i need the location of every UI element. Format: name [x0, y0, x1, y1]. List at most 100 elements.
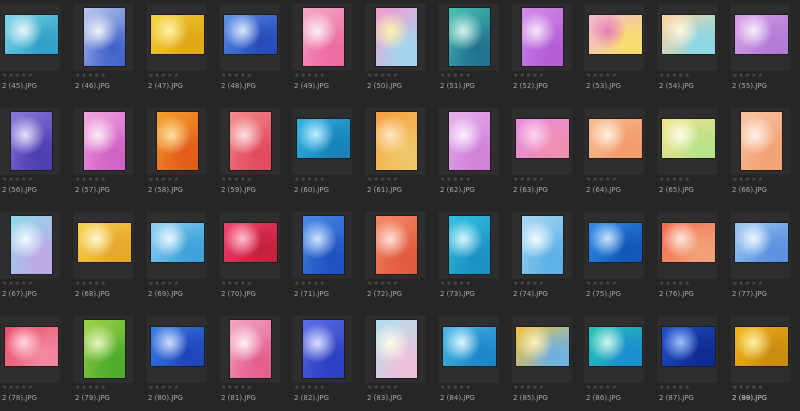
star-icon[interactable]: ★ [539, 72, 545, 79]
thumbnail-image[interactable] [5, 327, 58, 366]
star-rating[interactable]: ★★★★★ [659, 385, 691, 391]
star-rating[interactable]: ★★★★★ [586, 73, 618, 79]
star-icon[interactable]: ★ [28, 72, 34, 79]
thumbnail-image[interactable] [151, 223, 204, 262]
thumbnail-image[interactable] [735, 327, 788, 366]
thumbnail-image[interactable] [522, 8, 563, 66]
thumbnail-cell[interactable]: ★★★★★ 2 (90).JPG [730, 315, 791, 411]
star-rating[interactable]: ★★★★★ [732, 73, 764, 79]
star-icon[interactable]: ★ [247, 176, 253, 183]
thumbnail-cell[interactable]: ★★★★★ 2 (52).JPG [511, 3, 572, 99]
thumbnail-cell[interactable]: ★★★★★ 2 (81).JPG [219, 315, 280, 411]
thumbnail-image[interactable] [662, 327, 715, 366]
star-icon[interactable]: ★ [466, 384, 472, 391]
thumbnail-image[interactable] [735, 15, 788, 54]
thumbnail-image[interactable] [443, 327, 496, 366]
thumbnail-image[interactable] [224, 223, 277, 262]
thumbnail-cell[interactable]: ★★★★★ 2 (70).JPG [219, 211, 280, 307]
star-icon[interactable]: ★ [685, 72, 691, 79]
star-rating[interactable]: ★★★★★ [659, 73, 691, 79]
star-icon[interactable]: ★ [466, 176, 472, 183]
thumbnail-cell[interactable]: ★★★★★ 2 (75).JPG [584, 211, 645, 307]
thumbnail-image[interactable] [735, 223, 788, 262]
star-rating[interactable]: ★★★★★ [2, 73, 34, 79]
star-rating[interactable]: ★★★★★ [367, 73, 399, 79]
star-rating[interactable]: ★★★★★ [294, 177, 326, 183]
thumbnail-image[interactable] [303, 8, 344, 66]
star-rating[interactable]: ★★★★★ [440, 385, 472, 391]
star-rating[interactable]: ★★★★★ [440, 177, 472, 183]
thumbnail-image[interactable] [224, 15, 277, 54]
star-rating[interactable]: ★★★★★ [586, 385, 618, 391]
thumbnail-image[interactable] [151, 15, 204, 54]
thumbnail-cell[interactable]: ★★★★★ 2 (47).JPG [146, 3, 207, 99]
thumbnail-cell[interactable]: ★★★★★ 2 (54).JPG [657, 3, 718, 99]
star-rating[interactable]: ★★★★★ [513, 73, 545, 79]
star-icon[interactable]: ★ [393, 280, 399, 287]
star-icon[interactable]: ★ [320, 176, 326, 183]
star-icon[interactable]: ★ [685, 280, 691, 287]
star-rating[interactable]: ★★★★★ [367, 177, 399, 183]
thumbnail-image[interactable] [376, 216, 417, 274]
thumbnail-cell[interactable]: ★★★★★ 2 (78).JPG [0, 315, 61, 411]
thumbnail-image[interactable] [516, 327, 569, 366]
thumbnail-cell[interactable]: ★★★★★ 2 (82).JPG [292, 315, 353, 411]
thumbnail-cell[interactable]: ★★★★★ 2 (66).JPG [730, 107, 791, 203]
thumbnail-image[interactable] [230, 112, 271, 170]
thumbnail-cell[interactable]: ★★★★★ 2 (57).JPG [73, 107, 134, 203]
star-rating[interactable]: ★★★★★ [2, 281, 34, 287]
thumbnail-image[interactable] [157, 112, 198, 170]
star-rating[interactable]: ★★★★★ [367, 281, 399, 287]
thumbnail-cell[interactable]: ★★★★★ 2 (46).JPG [73, 3, 134, 99]
thumbnail-image[interactable] [376, 112, 417, 170]
thumbnail-cell[interactable]: ★★★★★ 2 (48).JPG [219, 3, 280, 99]
star-icon[interactable]: ★ [101, 72, 107, 79]
thumbnail-image[interactable] [741, 112, 782, 170]
thumbnail-image[interactable] [589, 223, 642, 262]
star-icon[interactable]: ★ [393, 384, 399, 391]
star-icon[interactable]: ★ [174, 176, 180, 183]
star-rating[interactable]: ★★★★★ [367, 385, 399, 391]
star-rating[interactable]: ★★★★★ [732, 177, 764, 183]
thumbnail-cell[interactable]: ★★★★★ 2 (65).JPG [657, 107, 718, 203]
thumbnail-image[interactable] [589, 327, 642, 366]
star-rating[interactable]: ★★★★★ [659, 281, 691, 287]
star-icon[interactable]: ★ [320, 280, 326, 287]
star-rating[interactable]: ★★★★★ [221, 73, 253, 79]
thumbnail-image[interactable] [151, 327, 204, 366]
thumbnail-cell[interactable]: ★★★★★ 2 (55).JPG [730, 3, 791, 99]
star-rating[interactable]: ★★★★★ [2, 177, 34, 183]
thumbnail-cell[interactable]: ★★★★★ 2 (71).JPG [292, 211, 353, 307]
thumbnail-cell[interactable]: ★★★★★ 2 (86).JPG [584, 315, 645, 411]
star-icon[interactable]: ★ [612, 280, 618, 287]
thumbnail-image[interactable] [376, 320, 417, 378]
star-icon[interactable]: ★ [247, 280, 253, 287]
star-icon[interactable]: ★ [101, 176, 107, 183]
thumbnail-cell[interactable]: ★★★★★ 2 (87).JPG [657, 315, 718, 411]
star-icon[interactable]: ★ [539, 176, 545, 183]
star-icon[interactable]: ★ [174, 384, 180, 391]
star-rating[interactable]: ★★★★★ [221, 281, 253, 287]
thumbnail-image[interactable] [78, 223, 131, 262]
thumbnail-image[interactable] [589, 15, 642, 54]
star-rating[interactable]: ★★★★★ [148, 385, 180, 391]
star-rating[interactable]: ★★★★★ [440, 281, 472, 287]
star-icon[interactable]: ★ [393, 176, 399, 183]
star-icon[interactable]: ★ [758, 176, 764, 183]
star-icon[interactable]: ★ [320, 384, 326, 391]
star-rating[interactable]: ★★★★★ [2, 385, 34, 391]
star-icon[interactable]: ★ [612, 176, 618, 183]
thumbnail-cell[interactable]: ★★★★★ 2 (51).JPG [438, 3, 499, 99]
star-icon[interactable]: ★ [612, 72, 618, 79]
thumbnail-image[interactable] [516, 119, 569, 158]
star-icon[interactable]: ★ [320, 72, 326, 79]
star-rating[interactable]: ★★★★★ [294, 281, 326, 287]
thumbnail-cell[interactable]: ★★★★★ 2 (76).JPG [657, 211, 718, 307]
thumbnail-image[interactable] [303, 216, 344, 274]
star-icon[interactable]: ★ [612, 384, 618, 391]
star-rating[interactable]: ★★★★★ [294, 385, 326, 391]
thumbnail-image[interactable] [662, 119, 715, 158]
star-rating[interactable]: ★★★★★ [75, 73, 107, 79]
star-rating[interactable]: ★★★★★ [221, 385, 253, 391]
star-rating[interactable]: ★★★★★ [732, 385, 764, 391]
